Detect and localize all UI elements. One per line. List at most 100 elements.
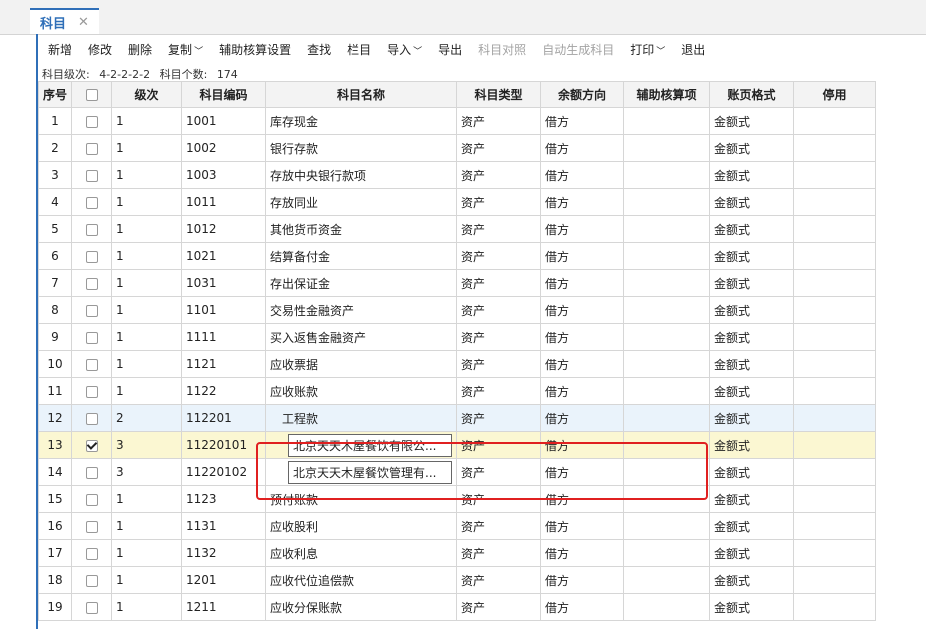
row-checkbox[interactable] — [71, 188, 112, 216]
toolbar-button[interactable]: 导入 ﹀ — [387, 41, 422, 58]
checkbox-icon[interactable] — [85, 385, 98, 398]
table-row[interactable]: 8 1 1101 交易性金融资产 资产 借方 金额式 — [38, 296, 876, 324]
table-row[interactable]: 2 1 1002 银行存款 资产 借方 金额式 — [38, 134, 876, 162]
disabled-cell — [793, 377, 876, 405]
table-row[interactable]: 3 1 1003 存放中央银行款项 资产 借方 金额式 — [38, 161, 876, 189]
table-row[interactable]: 10 1 1121 应收票据 资产 借方 金额式 — [38, 350, 876, 378]
toolbar-button[interactable]: 打印 ﹀ — [630, 41, 665, 58]
table-row[interactable]: 6 1 1021 结算备付金 资产 借方 金额式 — [38, 242, 876, 270]
type-cell: 资产 — [456, 296, 541, 324]
table-row[interactable]: 18 1 1201 应收代位追偿款 资产 借方 金额式 — [38, 566, 876, 594]
row-checkbox[interactable] — [71, 107, 112, 135]
checkbox-icon[interactable] — [85, 439, 98, 452]
toolbar-button[interactable]: 复制 ﹀ — [168, 41, 203, 58]
column-header[interactable]: 序号 — [38, 81, 72, 108]
checkbox-icon[interactable] — [85, 223, 98, 236]
column-header[interactable]: 余额方向 — [540, 81, 624, 108]
checkbox-icon[interactable] — [85, 412, 98, 425]
checkbox-icon[interactable] — [85, 601, 98, 614]
type-cell: 资产 — [456, 377, 541, 405]
toolbar-button[interactable]: 删除 — [128, 41, 152, 58]
toolbar-button[interactable]: 辅助核算设置 — [219, 41, 291, 58]
checkbox-icon[interactable] — [85, 196, 98, 209]
checkbox-icon[interactable] — [85, 169, 98, 182]
table-row[interactable]: 16 1 1131 应收股利 资产 借方 金额式 — [38, 512, 876, 540]
table-row[interactable]: 17 1 1132 应收利息 资产 借方 金额式 — [38, 539, 876, 567]
row-checkbox[interactable] — [71, 242, 112, 270]
name-cell: 应收票据 — [265, 350, 457, 378]
column-header[interactable]: 级次 — [111, 81, 182, 108]
checkbox-icon[interactable] — [85, 277, 98, 290]
row-checkbox[interactable] — [71, 134, 112, 162]
checkbox-icon[interactable] — [85, 331, 98, 344]
toolbar-button[interactable]: 查找 — [307, 41, 331, 58]
toolbar-button[interactable]: 栏目 — [347, 41, 371, 58]
checkbox-icon[interactable] — [85, 574, 98, 587]
name-cell: 北京天天木屋餐饮管理有... — [265, 458, 457, 486]
checkbox-icon[interactable] — [85, 547, 98, 560]
table-row[interactable]: 9 1 1111 买入返售金融资产 资产 借方 金额式 — [38, 323, 876, 351]
row-index: 14 — [38, 458, 72, 486]
toolbar-button[interactable]: 退出 — [681, 41, 705, 58]
aux-cell — [623, 404, 710, 432]
row-checkbox[interactable] — [71, 377, 112, 405]
column-header[interactable]: 辅助核算项 — [623, 81, 710, 108]
column-header[interactable]: 账页格式 — [709, 81, 794, 108]
table-row[interactable]: 4 1 1011 存放同业 资产 借方 金额式 — [38, 188, 876, 216]
row-checkbox[interactable] — [71, 431, 112, 459]
row-checkbox[interactable] — [71, 539, 112, 567]
level-cell: 1 — [111, 161, 182, 189]
table-row[interactable]: 12 2 112201 工程款 资产 借方 金额式 — [38, 404, 876, 432]
row-checkbox[interactable] — [71, 404, 112, 432]
table-row[interactable]: 14 3 11220102 北京天天木屋餐饮管理有... 资产 借方 金额式 — [38, 458, 876, 486]
toolbar-button[interactable]: 导出 — [438, 41, 462, 58]
row-checkbox[interactable] — [71, 161, 112, 189]
select-all-checkbox[interactable] — [71, 81, 112, 108]
toolbar-button[interactable]: 新增 — [48, 41, 72, 58]
checkbox-icon[interactable] — [85, 89, 98, 101]
table-row[interactable]: 11 1 1122 应收账款 资产 借方 金额式 — [38, 377, 876, 405]
close-icon[interactable]: ✕ — [78, 15, 89, 30]
row-checkbox[interactable] — [71, 215, 112, 243]
table-row[interactable]: 15 1 1123 预付账款 资产 借方 金额式 — [38, 485, 876, 513]
row-checkbox[interactable] — [71, 323, 112, 351]
checkbox-icon[interactable] — [85, 250, 98, 263]
table-row[interactable]: 7 1 1031 存出保证金 资产 借方 金额式 — [38, 269, 876, 297]
checkbox-icon[interactable] — [85, 142, 98, 155]
level-cell: 1 — [111, 188, 182, 216]
column-header[interactable]: 科目名称 — [265, 81, 457, 108]
level-cell: 1 — [111, 107, 182, 135]
toolbar-button: 科目对照 — [478, 41, 526, 58]
row-checkbox[interactable] — [71, 296, 112, 324]
table-row[interactable]: 19 1 1211 应收分保账款 资产 借方 金额式 — [38, 593, 876, 621]
direction-cell: 借方 — [540, 566, 624, 594]
row-checkbox[interactable] — [71, 566, 112, 594]
count-label: 科目个数: — [159, 68, 208, 81]
column-header[interactable]: 停用 — [793, 81, 876, 108]
table-row[interactable]: 13 3 11220101 北京天天木屋餐饮有限公... 资产 借方 金额式 — [38, 431, 876, 459]
row-checkbox[interactable] — [71, 269, 112, 297]
column-header[interactable]: 科目类型 — [456, 81, 541, 108]
chevron-down-icon: ﹀ — [413, 46, 423, 57]
row-checkbox[interactable] — [71, 593, 112, 621]
format-cell: 金额式 — [709, 566, 794, 594]
column-header[interactable]: 科目编码 — [181, 81, 266, 108]
checkbox-icon[interactable] — [85, 358, 98, 371]
checkbox-icon[interactable] — [85, 115, 98, 128]
code-cell: 1012 — [181, 215, 266, 243]
table-row[interactable]: 5 1 1012 其他货币资金 资产 借方 金额式 — [38, 215, 876, 243]
direction-cell: 借方 — [540, 188, 624, 216]
table-row[interactable]: 1 1 1001 库存现金 资产 借方 金额式 — [38, 107, 876, 135]
row-index: 10 — [38, 350, 72, 378]
row-checkbox[interactable] — [71, 458, 112, 486]
checkbox-icon[interactable] — [85, 520, 98, 533]
checkbox-icon[interactable] — [85, 466, 98, 479]
tab-accounts[interactable]: 科目 ✕ — [30, 8, 99, 34]
row-checkbox[interactable] — [71, 485, 112, 513]
toolbar-button[interactable]: 修改 — [88, 41, 112, 58]
checkbox-icon[interactable] — [85, 304, 98, 317]
type-cell: 资产 — [456, 539, 541, 567]
row-checkbox[interactable] — [71, 350, 112, 378]
row-checkbox[interactable] — [71, 512, 112, 540]
checkbox-icon[interactable] — [85, 493, 98, 506]
